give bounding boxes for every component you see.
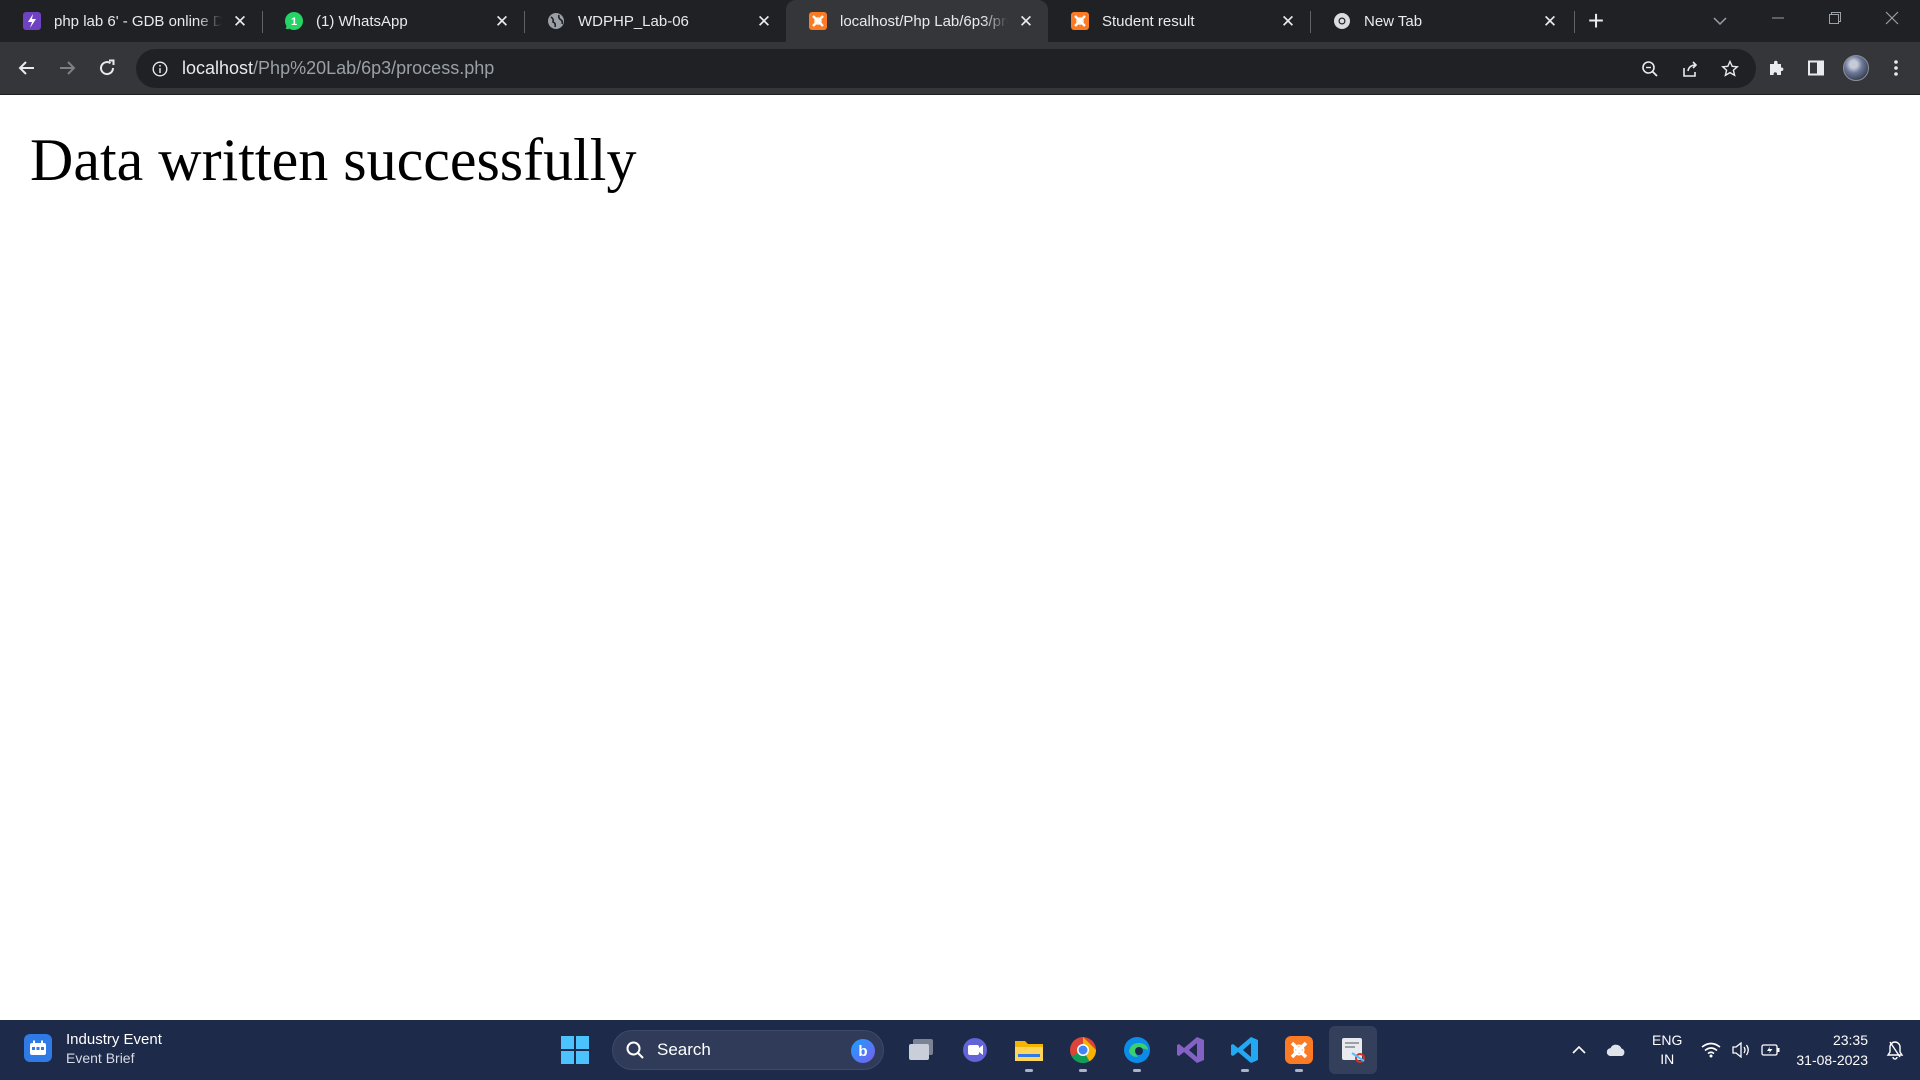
new-tab-button[interactable]: + [1572,0,1620,42]
windows-taskbar: Industry Event Event Brief Search b ENG … [0,1020,1920,1080]
svg-text:1: 1 [291,16,297,28]
info-icon[interactable] [150,59,170,79]
tab-title: New Tab [1364,12,1423,30]
url-text: localhost/Php%20Lab/6p3/process.php [182,58,494,79]
tab-title: php lab 6' - GDB online Debugger [54,12,222,30]
more-menu-icon[interactable] [1876,48,1916,88]
visual-studio-icon[interactable] [1167,1026,1215,1074]
bookmark-star-icon[interactable] [1712,51,1748,87]
close-icon[interactable]: ✕ [1016,11,1036,31]
clock-date: 31-08-2023 [1796,1052,1868,1068]
back-icon[interactable] [7,48,47,88]
volume-icon[interactable] [1726,1030,1756,1070]
edge-icon[interactable] [1113,1026,1161,1074]
news-widget[interactable]: Industry Event Event Brief [24,1030,162,1066]
tab-student-result[interactable]: Student result ✕ [1048,0,1310,42]
battery-icon[interactable] [1756,1030,1786,1070]
onedrive-cloud-icon[interactable] [1594,1030,1638,1070]
gdb-bolt-icon [22,11,42,31]
tab-localhost-process[interactable]: localhost/Php Lab/6p3/process.php ✕ [786,0,1048,42]
teams-chat-icon[interactable] [951,1026,999,1074]
language-line2: IN [1660,1051,1675,1067]
task-view-icon[interactable] [897,1026,945,1074]
calendar-widget-icon [24,1034,52,1062]
bing-icon[interactable]: b [851,1039,875,1063]
snipping-tool-icon[interactable] [1329,1026,1377,1074]
url-path: /Php%20Lab/6p3/process.php [253,58,495,78]
close-window-icon[interactable] [1863,0,1920,36]
xampp-icon[interactable] [1275,1026,1323,1074]
close-icon[interactable]: ✕ [230,11,250,31]
file-explorer-icon[interactable] [1005,1026,1053,1074]
browser-toolbar: localhost/Php%20Lab/6p3/process.php [0,42,1920,95]
tab-whatsapp[interactable]: 1 (1) WhatsApp ✕ [262,0,524,42]
close-icon[interactable]: ✕ [754,11,774,31]
share-icon[interactable] [1672,51,1708,87]
close-icon[interactable]: ✕ [1278,11,1298,31]
chrome-icon [1332,11,1352,31]
start-windows-icon[interactable] [551,1026,599,1074]
restore-icon[interactable] [1806,0,1863,36]
chrome-icon[interactable] [1059,1026,1107,1074]
tab-strip: php lab 6' - GDB online Debugger ✕ 1 (1)… [0,0,1920,42]
tab-title: localhost/Php Lab/6p3/process.php [840,12,1008,30]
chevron-up-icon[interactable] [1564,1030,1594,1070]
wifi-icon[interactable] [1696,1030,1726,1070]
globe-icon [546,11,566,31]
tab-wdphp-lab[interactable]: WDPHP_Lab-06 ✕ [524,0,786,42]
system-tray: ENG IN 23:35 31-08-2023 [1564,1020,1920,1080]
tab-title: Student result [1102,12,1195,30]
extensions-puzzle-icon[interactable] [1756,48,1796,88]
taskbar-apps: Search b [548,1026,1380,1074]
side-panel-icon[interactable] [1796,48,1836,88]
tab-gdb[interactable]: php lab 6' - GDB online Debugger ✕ [0,0,262,42]
tab-search-chevron-icon[interactable] [1700,6,1740,36]
profile-avatar[interactable] [1836,48,1876,88]
whatsapp-icon: 1 [284,11,304,31]
avatar [1843,55,1869,81]
minimize-icon[interactable] [1749,0,1806,36]
window-controls [1749,0,1920,42]
url-host: localhost [182,58,254,78]
widget-subtitle: Event Brief [66,1050,135,1066]
notification-bell-icon[interactable] [1880,1030,1910,1070]
search-icon [625,1040,645,1060]
close-icon[interactable]: ✕ [1540,11,1560,31]
clock-time: 23:35 [1832,1032,1868,1048]
address-bar[interactable]: localhost/Php%20Lab/6p3/process.php [136,49,1756,88]
vscode-icon[interactable] [1221,1026,1269,1074]
forward-icon[interactable] [47,48,87,88]
xampp-icon [1070,11,1090,31]
language-indicator[interactable]: ENG IN [1652,1031,1682,1069]
tab-title: (1) WhatsApp [316,12,408,30]
xampp-icon [808,11,828,31]
language-line1: ENG [1652,1032,1683,1048]
close-icon[interactable]: ✕ [492,11,512,31]
tab-new-tab[interactable]: New Tab ✕ [1310,0,1572,42]
page-content: Data written successfully [0,96,1920,1020]
tab-title: WDPHP_Lab-06 [578,12,689,30]
zoom-icon[interactable] [1632,51,1668,87]
search-label: Search [657,1040,711,1059]
taskbar-search-box[interactable]: Search b [612,1030,884,1070]
clock[interactable]: 23:35 31-08-2023 [1796,1030,1868,1070]
page-heading: Data written successfully [30,127,637,193]
widget-title: Industry Event [66,1031,162,1048]
reload-icon[interactable] [87,48,127,88]
